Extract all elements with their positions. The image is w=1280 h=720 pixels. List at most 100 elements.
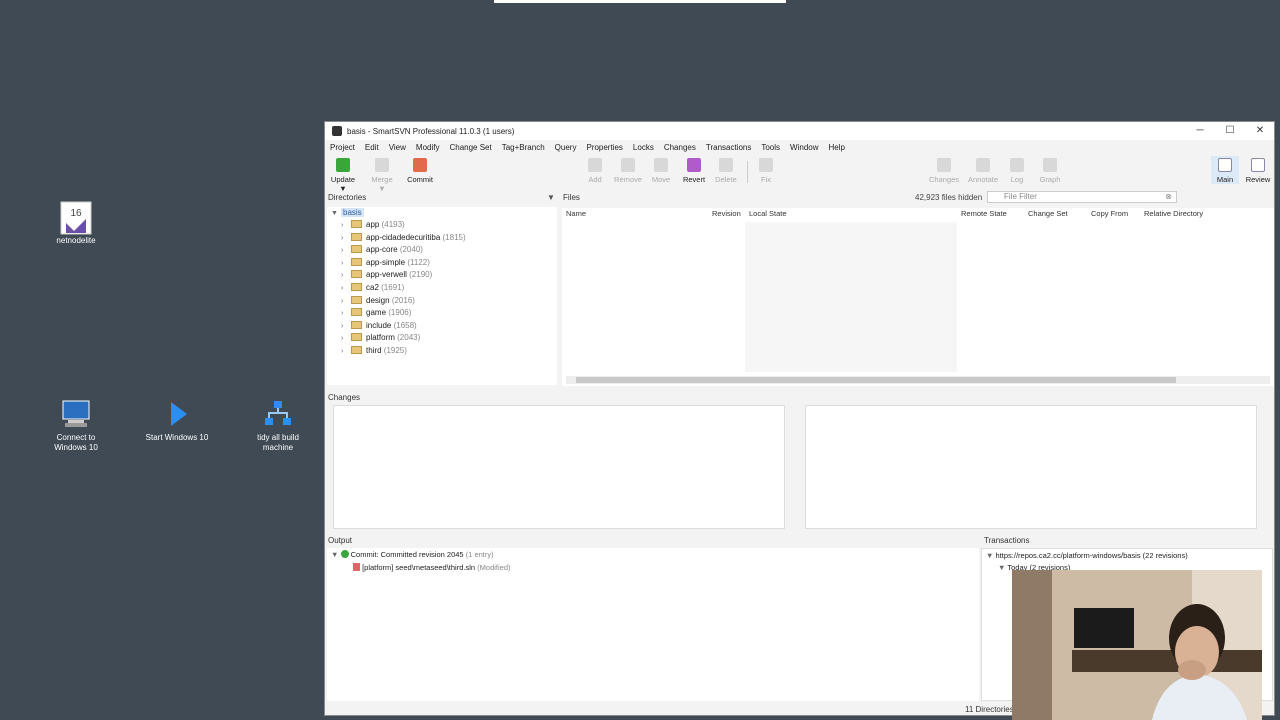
tree-item-design[interactable]: › design (2016) xyxy=(341,295,415,307)
tree-item-third[interactable]: › third (1925) xyxy=(341,345,407,357)
tree-item-count: (1658) xyxy=(393,320,417,330)
menu-help[interactable]: Help xyxy=(824,141,850,154)
expand-icon: › xyxy=(341,322,344,330)
menu-window[interactable]: Window xyxy=(785,141,823,154)
tree-item-count: (1925) xyxy=(383,346,407,355)
clear-filter-icon[interactable]: ⊗ xyxy=(1165,192,1172,202)
folder-icon xyxy=(351,283,362,291)
file-filter-placeholder: File Filter xyxy=(1004,192,1037,201)
desktop-icon-label: Start Windows 10 xyxy=(145,433,209,442)
tree-item-include[interactable]: › include (1658) xyxy=(341,320,417,332)
menu-changes[interactable]: Changes xyxy=(659,141,701,154)
menu-bar: Project Edit View Modify Change Set Tag+… xyxy=(325,141,1274,154)
revert-button[interactable]: Revert xyxy=(679,158,709,184)
menu-modify[interactable]: Modify xyxy=(411,141,445,154)
tree-item-app-verwell[interactable]: › app-verwell (2190) xyxy=(341,269,432,281)
merge-button[interactable]: Merge ▼ xyxy=(367,158,397,193)
tree-item-name: app-simple xyxy=(366,257,406,267)
add-button[interactable]: Add xyxy=(581,158,609,184)
output-pane: ▼ Commit: Committed revision 2045 (1 ent… xyxy=(327,548,979,701)
directories-menu-icon[interactable]: ▼ xyxy=(547,192,555,204)
file-filter-input[interactable]: File Filter ⊗ xyxy=(987,191,1177,203)
toolbar: Update ▼ Merge ▼ Commit Add Remove Move … xyxy=(325,155,1274,193)
expand-icon: › xyxy=(341,310,344,318)
menu-locks[interactable]: Locks xyxy=(628,141,659,154)
fix-button[interactable]: Fix xyxy=(753,158,779,184)
expand-icon: › xyxy=(341,234,344,242)
update-icon xyxy=(336,158,350,172)
tree-item-app[interactable]: › app (4193) xyxy=(341,219,405,231)
tree-item-name: third xyxy=(366,346,382,355)
transactions-repo-row[interactable]: ▼ https://repos.ca2.cc/platform-windows/… xyxy=(986,550,1188,562)
desktop-icon-start-windows10[interactable]: Start Windows 10 xyxy=(144,398,210,443)
tree-root[interactable]: ▼ basis xyxy=(331,207,364,219)
remove-button[interactable]: Remove xyxy=(613,158,643,184)
review-perspective-button[interactable]: Review xyxy=(1243,158,1273,184)
annotate-button[interactable]: Annotate xyxy=(965,158,1001,184)
top-edge-bar xyxy=(494,0,786,3)
menu-tools[interactable]: Tools xyxy=(756,141,785,154)
main-perspective-button[interactable]: Main xyxy=(1211,156,1239,184)
menu-project[interactable]: Project xyxy=(325,141,360,154)
col-revision[interactable]: Revision xyxy=(712,208,741,220)
tree-item-app-cidadedecuritiba[interactable]: › app-cidadedecuritiba (1815) xyxy=(341,232,466,244)
tree-item-name: design xyxy=(366,295,390,305)
tree-item-count: (1815) xyxy=(442,232,466,242)
folder-icon xyxy=(351,320,362,329)
folder-icon xyxy=(351,245,362,254)
delete-button[interactable]: Delete xyxy=(711,158,741,184)
tree-item-count: (2190) xyxy=(409,270,433,280)
menu-view[interactable]: View xyxy=(384,141,411,154)
output-file-entry[interactable]: [platform] seed\metaseed\third.sln (Modi… xyxy=(353,562,511,574)
log-button[interactable]: Log xyxy=(1005,158,1029,184)
tree-item-count: (1691) xyxy=(381,283,405,292)
graph-button[interactable]: Graph xyxy=(1035,158,1065,184)
remove-icon xyxy=(621,158,635,172)
title-bar: basis - SmartSVN Professional 11.0.3 (1 … xyxy=(325,122,1274,140)
col-change-set[interactable]: Change Set xyxy=(1028,208,1068,220)
menu-tag-branch[interactable]: Tag+Branch xyxy=(497,141,550,154)
menu-query[interactable]: Query xyxy=(550,141,582,154)
commit-icon xyxy=(413,158,427,172)
tree-item-platform[interactable]: › platform (2043) xyxy=(341,332,420,344)
output-commit-entry[interactable]: ▼ Commit: Committed revision 2045 (1 ent… xyxy=(331,549,494,561)
tree-item-game[interactable]: › game (1906) xyxy=(341,307,411,319)
changes-button[interactable]: Changes xyxy=(927,158,961,184)
menu-change-set[interactable]: Change Set xyxy=(444,141,496,154)
scrollbar-thumb[interactable] xyxy=(576,377,1176,383)
col-local-state[interactable]: Local State xyxy=(749,208,787,220)
close-button[interactable]: ✕ xyxy=(1245,122,1275,140)
graph-icon xyxy=(1043,158,1057,172)
move-icon xyxy=(654,158,668,172)
desktop-icon-connect-windows10[interactable]: Connect to Windows 10 xyxy=(43,398,109,453)
desktop-icon-label: netnodelite xyxy=(56,236,96,245)
tree-item-name: ca2 xyxy=(366,283,379,292)
col-name[interactable]: Name xyxy=(566,208,586,220)
maximize-button[interactable]: ☐ xyxy=(1215,122,1245,140)
output-header: Output xyxy=(328,536,353,545)
desktop-icon-tidy-build[interactable]: tidy all build machine xyxy=(245,398,311,453)
tree-item-ca2[interactable]: › ca2 (1691) xyxy=(341,282,404,294)
tree-item-app-core[interactable]: › app-core (2040) xyxy=(341,244,423,256)
tree-item-name: app xyxy=(366,220,380,229)
horizontal-scrollbar[interactable] xyxy=(566,376,1270,384)
minimize-button[interactable]: ─ xyxy=(1185,122,1215,140)
changes-icon xyxy=(937,158,951,172)
desktop-icon-netnodelite[interactable]: 16 netnodelite xyxy=(43,201,109,246)
move-button[interactable]: Move xyxy=(647,158,675,184)
folder-icon xyxy=(351,270,362,279)
webcam-overlay xyxy=(1012,570,1262,720)
menu-properties[interactable]: Properties xyxy=(581,141,627,154)
menu-edit[interactable]: Edit xyxy=(360,141,384,154)
tree-item-count: (2040) xyxy=(399,245,423,255)
directories-tree: ▼ basis › app (4193) › app-cidadedecuritiba … xyxy=(327,207,557,385)
commit-button[interactable]: Commit xyxy=(405,158,435,184)
col-relative-directory[interactable]: Relative Directory xyxy=(1144,208,1203,220)
collapse-icon: ▼ xyxy=(331,210,338,217)
tree-item-app-simple[interactable]: › app-simple (1122) xyxy=(341,257,430,269)
menu-transactions[interactable]: Transactions xyxy=(701,141,757,154)
col-remote-state[interactable]: Remote State xyxy=(961,208,1007,220)
col-copy-from[interactable]: Copy From xyxy=(1091,208,1128,220)
folder-icon xyxy=(351,232,362,241)
update-button[interactable]: Update ▼ xyxy=(328,158,358,193)
